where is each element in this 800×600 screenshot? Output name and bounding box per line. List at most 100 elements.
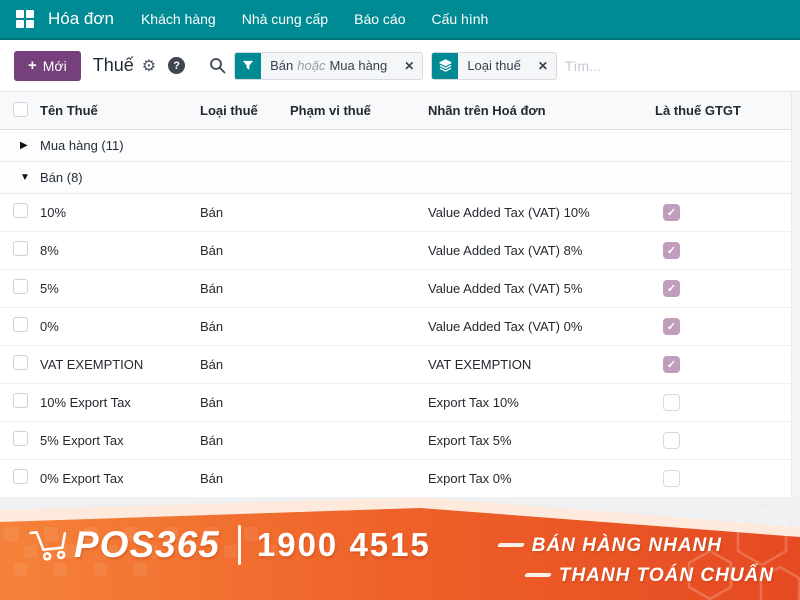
facet-value: Mua hàng — [329, 58, 387, 73]
tax-type-cell: Bán — [200, 357, 290, 372]
invoice-label-cell: Value Added Tax (VAT) 10% — [428, 205, 655, 220]
column-header-loai-thue[interactable]: Loại thuế — [200, 103, 290, 118]
invoice-label-cell: Export Tax 10% — [428, 395, 655, 410]
invoice-label-cell: Export Tax 0% — [428, 471, 655, 486]
column-header-pham-vi-thue[interactable]: Phạm vi thuế — [290, 103, 428, 118]
column-header-nhan-hoa-don[interactable]: Nhãn trên Hoá đơn — [428, 103, 655, 118]
select-all-checkbox[interactable] — [13, 102, 28, 117]
footer-banner: POS365 1900 4515 BÁN HÀNG NHANH THANH TO… — [0, 497, 800, 600]
new-button-label: Mới — [43, 58, 67, 74]
vat-checkbox[interactable] — [663, 470, 680, 487]
row-checkbox[interactable] — [13, 469, 28, 484]
vat-checkbox[interactable] — [663, 356, 680, 373]
remove-filter-icon[interactable]: ✕ — [396, 53, 422, 79]
vat-checkbox[interactable] — [663, 394, 680, 411]
top-navbar: Hóa đơn Khách hàng Nhà cung cấp Báo cáo … — [0, 0, 800, 40]
tax-name-cell: 5% Export Tax — [40, 433, 200, 448]
search-input[interactable] — [565, 58, 786, 74]
invoice-label-cell: VAT EXEMPTION — [428, 357, 655, 372]
app-brand[interactable]: Hóa đơn — [44, 9, 128, 29]
search-icon — [209, 57, 226, 74]
tax-name-cell: VAT EXEMPTION — [40, 357, 200, 372]
nav-item-khach-hang[interactable]: Khách hàng — [128, 0, 229, 39]
tax-name-cell: 5% — [40, 281, 200, 296]
row-checkbox[interactable] — [13, 203, 28, 218]
facet-connector: hoặc — [297, 58, 325, 73]
facet-value: Bán — [270, 58, 293, 73]
tax-name-cell: 0% — [40, 319, 200, 334]
row-checkbox[interactable] — [13, 431, 28, 446]
invoice-label-cell: Export Tax 5% — [428, 433, 655, 448]
tax-type-cell: Bán — [200, 433, 290, 448]
invoice-label-cell: Value Added Tax (VAT) 8% — [428, 243, 655, 258]
tax-type-cell: Bán — [200, 471, 290, 486]
tax-type-cell: Bán — [200, 319, 290, 334]
vat-checkbox[interactable] — [663, 432, 680, 449]
filter-facet[interactable]: Bán hoặc Mua hàng ✕ — [234, 52, 423, 80]
group-row-mua-hang[interactable]: ▶ Mua hàng (11) — [0, 130, 800, 162]
caret-right-icon: ▶ — [20, 140, 32, 151]
remove-groupby-icon[interactable]: ✕ — [530, 53, 556, 79]
footer-divider — [238, 525, 241, 565]
slogan-line-2: THANH TOÁN CHUẨN — [559, 565, 774, 586]
speed-dash-icon — [497, 543, 525, 547]
vat-checkbox[interactable] — [663, 318, 680, 335]
group-label: Mua hàng (11) — [40, 138, 124, 153]
plus-icon: + — [28, 58, 37, 73]
tax-type-cell: Bán — [200, 243, 290, 258]
facet-value: Loại thuế — [467, 58, 521, 73]
table-row[interactable]: 8%Bán Value Added Tax (VAT) 8% — [0, 232, 800, 270]
cart-icon — [26, 521, 74, 569]
table-row[interactable]: 10%Bán Value Added Tax (VAT) 10% — [0, 194, 800, 232]
tax-name-cell: 8% — [40, 243, 200, 258]
table-row[interactable]: 0%Bán Value Added Tax (VAT) 0% — [0, 308, 800, 346]
tax-type-cell: Bán — [200, 205, 290, 220]
group-row-ban[interactable]: ▼ Bán (8) — [0, 162, 800, 194]
caret-down-icon: ▼ — [20, 172, 32, 183]
tax-name-cell: 0% Export Tax — [40, 471, 200, 486]
tax-name-cell: 10% — [40, 205, 200, 220]
table-row[interactable]: 5% Export TaxBán Export Tax 5% — [0, 422, 800, 460]
nav-item-cau-hinh[interactable]: Cấu hình — [418, 0, 501, 39]
footer-phone: 1900 4515 — [257, 526, 431, 564]
row-checkbox[interactable] — [13, 317, 28, 332]
table-row[interactable]: 5%Bán Value Added Tax (VAT) 5% — [0, 270, 800, 308]
groupby-facet[interactable]: Loại thuế ✕ — [431, 52, 557, 80]
apps-grid-icon[interactable] — [16, 10, 34, 28]
row-checkbox[interactable] — [13, 393, 28, 408]
layers-icon — [432, 53, 458, 79]
invoice-label-cell: Value Added Tax (VAT) 0% — [428, 319, 655, 334]
column-header-ten-thue[interactable]: Tên Thuế — [40, 103, 200, 118]
table-row[interactable]: 0% Export TaxBán Export Tax 0% — [0, 460, 800, 498]
page-title: Thuế — [93, 55, 134, 76]
invoice-label-cell: Value Added Tax (VAT) 5% — [428, 281, 655, 296]
row-checkbox[interactable] — [13, 355, 28, 370]
table-row[interactable]: VAT EXEMPTIONBánVAT EXEMPTION — [0, 346, 800, 384]
group-label: Bán (8) — [40, 170, 83, 185]
footer-logo-text: POS365 — [74, 524, 220, 566]
vat-checkbox[interactable] — [663, 204, 680, 221]
tax-name-cell: 10% Export Tax — [40, 395, 200, 410]
filter-icon — [235, 53, 261, 79]
scrollbar-track[interactable] — [791, 92, 800, 498]
table-row[interactable]: 10% Export TaxBán Export Tax 10% — [0, 384, 800, 422]
tax-type-cell: Bán — [200, 395, 290, 410]
search-bar: Bán hoặc Mua hàng ✕ Loại thuế ✕ — [209, 52, 786, 80]
speed-dash-icon — [524, 573, 552, 577]
slogan-line-1: BÁN HÀNG NHANH — [532, 535, 722, 556]
help-icon[interactable]: ? — [168, 57, 185, 74]
nav-item-bao-cao[interactable]: Báo cáo — [341, 0, 418, 39]
table-header: Tên Thuế Loại thuế Phạm vi thuế Nhãn trê… — [0, 92, 800, 130]
footer-slogan: BÁN HÀNG NHANH THANH TOÁN CHUẨN — [498, 531, 774, 590]
tax-type-cell: Bán — [200, 281, 290, 296]
vat-checkbox[interactable] — [663, 280, 680, 297]
vat-checkbox[interactable] — [663, 242, 680, 259]
row-checkbox[interactable] — [13, 241, 28, 256]
new-button[interactable]: + Mới — [14, 51, 81, 81]
footer-brand-line: POS365 1900 4515 — [28, 523, 431, 567]
column-header-la-thue-gtgt[interactable]: Là thuế GTGT — [655, 103, 800, 118]
nav-item-nha-cung-cap[interactable]: Nhà cung cấp — [229, 0, 341, 39]
row-checkbox[interactable] — [13, 279, 28, 294]
gear-icon[interactable]: ⚙ — [142, 56, 156, 76]
control-panel: + Mới Thuế ⚙ ? Bán hoặc Mua hàng ✕ — [0, 40, 800, 92]
